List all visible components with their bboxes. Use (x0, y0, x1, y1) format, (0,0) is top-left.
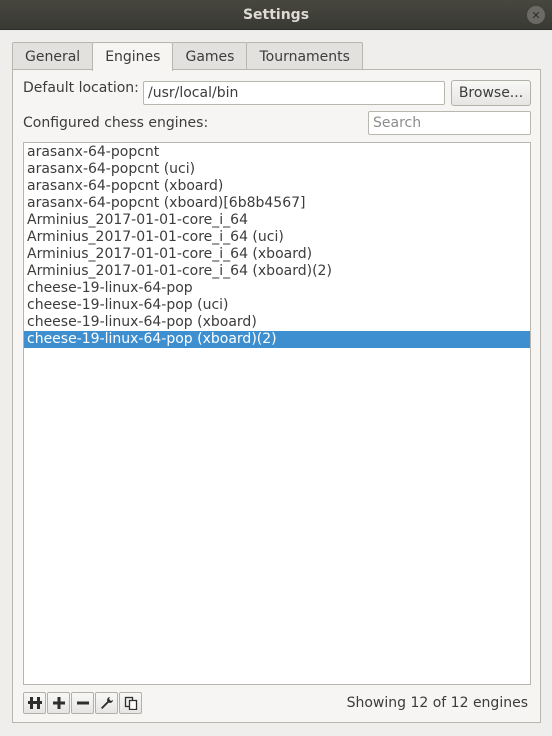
tab-general[interactable]: General (12, 42, 94, 70)
tab-engines[interactable]: Engines (92, 42, 174, 71)
remove-icon (76, 701, 89, 705)
engine-list-item[interactable]: Arminius_2017-01-01-core_i_64 (xboard) (24, 246, 530, 263)
engines-panel: Default location: /usr/local/bin Browse.… (12, 69, 541, 723)
engine-list-item[interactable]: arasanx-64-popcnt (xboard)[6b8b4567] (24, 195, 530, 212)
configured-engines-label: Configured chess engines: (23, 115, 209, 131)
tab-tournaments[interactable]: Tournaments (246, 42, 363, 70)
engine-list-item[interactable]: arasanx-64-popcnt (24, 144, 530, 161)
add-icon (52, 697, 65, 709)
engine-list[interactable]: arasanx-64-popcnt arasanx-64-popcnt (uci)… (23, 142, 531, 685)
engine-list-item[interactable]: arasanx-64-popcnt (xboard) (24, 178, 530, 195)
close-button[interactable]: ✕ (527, 6, 545, 24)
configure-engine-button[interactable] (95, 692, 118, 714)
clone-engine-button[interactable] (119, 692, 142, 714)
add-engine-button[interactable] (47, 692, 70, 714)
detect-engines-icon (27, 697, 42, 709)
default-location-label: Default location: (23, 80, 139, 96)
close-icon: ✕ (531, 8, 541, 22)
clone-icon (124, 696, 137, 710)
remove-engine-button[interactable] (71, 692, 94, 714)
browse-button[interactable]: Browse... (451, 80, 531, 106)
default-location-field[interactable]: /usr/local/bin (143, 81, 445, 105)
engine-list-item[interactable]: Arminius_2017-01-01-core_i_64 (xboard)(2… (24, 263, 530, 280)
engine-list-item[interactable]: arasanx-64-popcnt (uci) (24, 161, 530, 178)
engine-count-status: Showing 12 of 12 engines (346, 695, 528, 711)
title-bar[interactable]: Settings ✕ (0, 0, 552, 30)
window-title: Settings (242, 6, 310, 23)
engine-list-item[interactable]: cheese-19-linux-64-pop (uci) (24, 297, 530, 314)
tab-bar: General Engines Games Tournaments (12, 42, 363, 71)
engine-list-item[interactable]: Arminius_2017-01-01-core_i_64 (24, 212, 530, 229)
detect-engines-button[interactable] (23, 692, 46, 714)
engine-list-item[interactable]: cheese-19-linux-64-pop (xboard) (24, 314, 530, 331)
engine-list-item[interactable]: Arminius_2017-01-01-core_i_64 (uci) (24, 229, 530, 246)
search-input[interactable]: Search (368, 111, 531, 135)
settings-window: Settings ✕ General Engines Games Tournam… (0, 0, 552, 736)
engine-toolbar (23, 692, 142, 714)
tab-games[interactable]: Games (172, 42, 248, 70)
engine-list-item[interactable]: cheese-19-linux-64-pop (24, 280, 530, 297)
engine-list-item[interactable]: cheese-19-linux-64-pop (xboard)(2) (24, 331, 530, 348)
configure-icon (100, 697, 113, 709)
